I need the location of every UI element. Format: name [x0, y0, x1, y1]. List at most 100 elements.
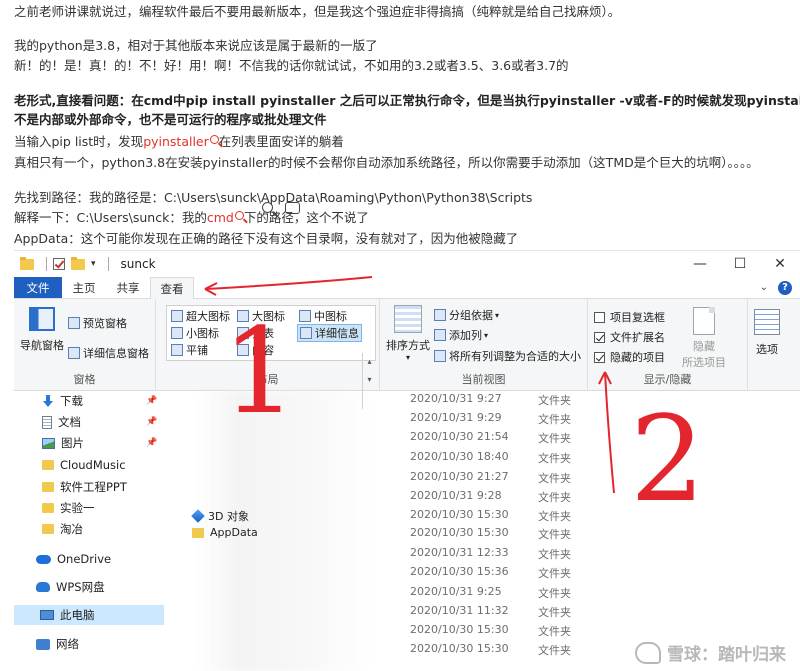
checkbox[interactable] — [594, 311, 605, 323]
file-date: 2020/10/30 18:40 — [410, 450, 509, 463]
navigation-pane-label: 导航窗格 — [20, 339, 64, 352]
file-name-text: AppData — [210, 526, 258, 539]
minimize-button[interactable]: — — [680, 251, 720, 277]
file-extensions-toggle[interactable]: 文件扩展名 — [594, 329, 665, 345]
search-icon[interactable] — [262, 202, 273, 213]
table-row[interactable]: 2020/10/30 21:27 文件夹 — [164, 467, 800, 488]
nav-item-onedrive[interactable]: OneDrive — [36, 549, 111, 569]
pyinstaller-link[interactable]: pyinstaller — [143, 134, 209, 149]
layout-large-icons[interactable]: 大图标 — [237, 308, 285, 324]
file-type: 文件夹 — [538, 452, 571, 465]
download-icon — [42, 395, 54, 407]
nav-label: 软件工程PPT — [60, 480, 127, 494]
collapse-ribbon-icon[interactable]: ⌄ — [760, 282, 768, 293]
table-row[interactable]: 2020/10/30 21:54 文件夹 — [164, 427, 800, 448]
group-by-icon — [434, 309, 446, 321]
options-icon — [754, 309, 780, 335]
nav-item-documents[interactable]: 文档 📌 — [42, 412, 157, 432]
cmd-link[interactable]: cmd — [207, 210, 234, 225]
file-type: 文件夹 — [538, 432, 571, 445]
nav-item-this-pc[interactable]: 此电脑 — [14, 605, 164, 625]
comment-icon[interactable] — [285, 202, 300, 214]
nav-item-network[interactable]: 网络 — [36, 634, 79, 654]
new-folder-icon[interactable] — [71, 256, 85, 270]
table-row[interactable]: 2020/10/31 9:25 文件夹 — [164, 582, 800, 603]
nav-label: 网络 — [56, 637, 79, 651]
watermark: 雪球：踏叶归来 — [635, 640, 786, 665]
document-icon — [42, 415, 52, 429]
options-button[interactable]: 选项 — [754, 309, 780, 357]
table-row[interactable]: 2020/10/30 18:40 文件夹 — [164, 447, 800, 468]
article-text: 之前老师讲课就说过，编程软件最后不要用最新版本，但是我这个强迫症非得搞搞（纯粹就… — [0, 0, 800, 250]
maximize-button[interactable]: ☐ — [720, 251, 760, 277]
hidden-items-toggle[interactable]: 隐藏的项目 — [594, 349, 665, 365]
table-row[interactable]: 2020/10/31 9:27 文件夹 — [164, 389, 800, 410]
nav-item-ppt[interactable]: 软件工程PPT — [42, 477, 127, 497]
article-line: 之前老师讲课就说过，编程软件最后不要用最新版本，但是我这个强迫症非得搞搞（纯粹就… — [14, 4, 621, 19]
table-row[interactable]: 2020/10/30 15:30 文件夹 — [164, 620, 800, 641]
navigation-pane: 下载 📌 文档 📌 图片 📌 CloudMusic 软件工程PPT 实验一 淘冶 On… — [14, 391, 164, 671]
tab-view[interactable]: 查看 — [150, 277, 194, 300]
nav-label: OneDrive — [57, 552, 112, 566]
layout-list[interactable]: 列表 — [237, 325, 274, 341]
fit-columns-button[interactable]: 将所有列调整为合适的大小 — [434, 348, 581, 364]
search-icon[interactable] — [209, 135, 219, 144]
table-row[interactable]: 2020/10/31 9:28 文件夹 — [164, 486, 800, 507]
nav-item-wps[interactable]: WPS网盘 — [36, 577, 105, 597]
close-button[interactable]: ✕ — [760, 251, 800, 277]
navigation-pane-button[interactable]: 导航窗格 — [20, 307, 64, 353]
file-type: 文件夹 — [538, 587, 571, 600]
tab-file[interactable]: 文件 — [14, 277, 62, 298]
nav-label: 此电脑 — [60, 608, 95, 622]
sort-by-button[interactable]: 排序方式 ▾ — [386, 305, 430, 362]
nav-item-lab1[interactable]: 实验一 — [42, 498, 95, 518]
search-icon[interactable] — [234, 211, 244, 220]
file-type: 文件夹 — [538, 472, 571, 485]
wps-cloud-icon — [36, 582, 50, 592]
layout-medium-icons[interactable]: 中图标 — [299, 308, 347, 324]
article-line: 真相只有一个，python3.8在安装pyinstaller的时候不会帮你自动添… — [14, 155, 759, 170]
article-line: 新！的！是！真！的！不！好！用！啊！不信我的话你就试试，不如用的3.2或者3.5… — [14, 58, 569, 73]
table-row[interactable]: 2020/10/30 15:36 文件夹 — [164, 562, 800, 583]
folder-icon[interactable] — [20, 256, 34, 270]
nav-label: 淘冶 — [60, 522, 83, 536]
table-row[interactable]: 2020/10/31 12:33 文件夹 — [164, 543, 800, 564]
table-row[interactable]: AppData 2020/10/30 15:30 文件夹 — [164, 523, 800, 544]
details-pane-button[interactable]: 详细信息窗格 — [68, 345, 149, 361]
help-icon[interactable]: ? — [778, 280, 792, 295]
table-row[interactable]: 2020/10/31 11:32 文件夹 — [164, 601, 800, 622]
computer-icon — [40, 610, 54, 620]
tab-home[interactable]: 主页 — [62, 277, 106, 298]
nav-item-cloudmusic[interactable]: CloudMusic — [42, 455, 126, 475]
layout-extra-large-icons[interactable]: 超大图标 — [171, 308, 230, 324]
folder-icon — [42, 482, 54, 492]
properties-check-icon[interactable] — [53, 258, 65, 270]
group-by-button[interactable]: 分组依据 ▾ — [434, 307, 499, 323]
checkbox-checked[interactable] — [594, 331, 605, 343]
snowball-logo-icon — [635, 641, 661, 664]
window-controls: — ☐ ✕ — [680, 251, 800, 277]
layout-tiles[interactable]: 平铺 — [171, 342, 208, 358]
layout-label: 超大图标 — [186, 310, 230, 323]
show-hide-group: 项目复选框 文件扩展名 隐藏的项目 隐藏 所选项目 显示/隐藏 — [588, 299, 748, 391]
file-date: 2020/10/31 9:29 — [410, 411, 502, 424]
preview-pane-button[interactable]: 预览窗格 — [68, 315, 127, 331]
nav-item-downloads[interactable]: 下载 📌 — [42, 391, 157, 411]
file-type: 文件夹 — [538, 413, 571, 426]
layout-small-icons[interactable]: 小图标 — [171, 325, 219, 341]
floating-toolbar — [262, 202, 300, 214]
item-checkboxes-toggle[interactable]: 项目复选框 — [594, 309, 665, 325]
layout-details[interactable]: 详细信息 — [297, 324, 362, 342]
nav-item-taoye[interactable]: 淘冶 — [42, 519, 83, 539]
file-extensions-label: 文件扩展名 — [610, 331, 665, 344]
checkbox-checked[interactable] — [594, 351, 605, 363]
article-line: 当输入pip list时，发现pyinstaller 在列表里面安详的躺着 — [14, 133, 344, 151]
table-row[interactable]: 2020/10/31 9:29 文件夹 — [164, 408, 800, 429]
medium-icons-icon — [299, 310, 311, 322]
add-column-button[interactable]: 添加列 ▾ — [434, 327, 488, 343]
tab-share[interactable]: 共享 — [106, 277, 150, 298]
nav-item-pictures[interactable]: 图片 📌 — [42, 433, 157, 453]
quick-access-dropdown-icon[interactable]: ▾ — [91, 259, 96, 269]
layout-content[interactable]: 内容 — [237, 342, 274, 358]
hide-selected-button[interactable]: 隐藏 所选项目 — [682, 307, 726, 370]
